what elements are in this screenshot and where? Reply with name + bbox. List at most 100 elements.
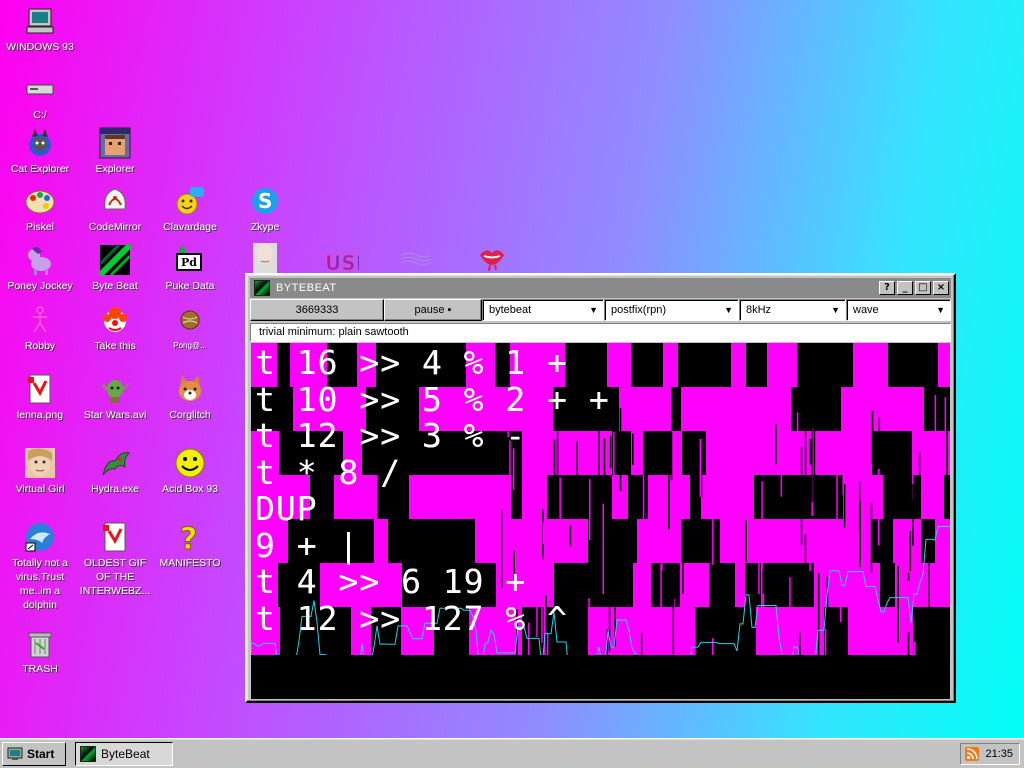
maximize-button[interactable]: □ (915, 281, 931, 295)
desktop-icon-label: Cat Explorer (10, 163, 70, 175)
desktop-icon-drive[interactable]: C:/ (2, 72, 78, 122)
waveform-block (619, 387, 652, 431)
chat-icon (173, 184, 207, 218)
waveform-streak (789, 577, 791, 659)
waveform-streak (761, 481, 763, 571)
start-button[interactable]: Start (2, 742, 66, 766)
desktop-icon-cat-explorer[interactable]: Cat Explorer (2, 126, 78, 176)
waveform-block (633, 607, 673, 655)
waveform-streak (668, 459, 670, 530)
desktop-icon-piskel[interactable]: Piskel (2, 184, 78, 234)
waveform-streak (780, 457, 783, 497)
waveform-streak (670, 431, 673, 481)
desktop-icon-zkype[interactable]: S Zkype (227, 184, 303, 234)
waveform-streak (745, 519, 747, 563)
time-counter-button[interactable]: 3669333 (250, 299, 384, 321)
waveform-streak (609, 436, 612, 469)
desktop-icon-byte-beat[interactable]: Byte Beat (77, 243, 153, 293)
desktop-icon-lenna[interactable]: lenna.png (2, 372, 78, 422)
desktop-icon-manifesto[interactable]: ? MANIFESTO (152, 520, 228, 570)
desktop-icon-virtual-girl[interactable]: Virtual Girl (2, 446, 78, 496)
waveform-block (735, 563, 745, 607)
desktop-icon-oldest-gif[interactable]: OLDEST GIF OF THE INTERWEBZ... (77, 520, 153, 598)
desktop-icon-explorer[interactable]: Explorer (77, 126, 153, 176)
taskbar-item-bytebeat[interactable]: ByteBeat (75, 742, 173, 766)
waveform-block (652, 387, 671, 431)
desktop-icon-label: Virtual Girl (15, 483, 65, 495)
chevron-down-icon: ▼ (936, 305, 945, 315)
waveform-block (748, 387, 777, 431)
waveform-block (731, 343, 746, 387)
desktop-icon-windows93[interactable]: WINDOWS 93 (2, 4, 78, 54)
waveform-streak (813, 398, 816, 490)
waveform-block (779, 343, 797, 387)
close-button[interactable]: × (933, 281, 949, 295)
desktop-icon-clavardage[interactable]: Clavardage (152, 184, 228, 234)
desktop-icon-puke-data[interactable]: Pd Puke Data (152, 243, 228, 293)
waveform-streak (859, 501, 861, 568)
desktop-icon-label: Byte Beat (92, 280, 138, 292)
clown-icon (98, 303, 132, 337)
desktop-icon-poney-jockey[interactable]: Poney Jockey (2, 243, 78, 293)
desktop-icon-mannequin[interactable] (227, 240, 303, 276)
desktop-icon-label: OLDEST GIF OF THE INTERWEBZ... (79, 557, 151, 597)
desktop-icon-corglitch[interactable]: Corglitch (152, 372, 228, 422)
sample-rate-select[interactable]: 8kHz ▼ (739, 299, 846, 321)
desktop-icon-pong[interactable]: Pong@... (152, 303, 228, 353)
waveform-block (734, 431, 761, 475)
desktop-icon-robby[interactable]: Robby (2, 303, 78, 353)
desktop-icon-dolphin[interactable]: Totally not a virus.Trust me..im a dolph… (2, 520, 78, 612)
waveform-display[interactable]: t 16 >> 4 % 1 + t 10 >> 5 % 2 + + t 12 >… (251, 343, 950, 699)
view-select[interactable]: wave ▼ (846, 299, 951, 321)
help-button[interactable]: ? (879, 281, 895, 295)
waveform-block (933, 563, 950, 607)
desktop-icon-label: CodeMirror (88, 221, 142, 233)
notation-select[interactable]: postfix(rpn) ▼ (604, 299, 739, 321)
waveform-block (706, 431, 734, 475)
waveform-streak (804, 417, 807, 497)
waveform-streak (758, 546, 760, 595)
gif-file-icon (98, 520, 132, 554)
desktop-icon-hydra[interactable]: Hydra.exe (77, 446, 153, 496)
waveform-streak (863, 592, 865, 632)
desktop-icon-take-this[interactable]: Take this (77, 303, 153, 353)
waveform-block (847, 431, 872, 475)
waveform-block (720, 519, 761, 563)
waveform-streak (909, 531, 912, 571)
svg-text:USB: USB (325, 251, 359, 274)
desktop-icon-acid-box[interactable]: Acid Box 93 (152, 446, 228, 496)
desktop-icon-lips[interactable] (454, 240, 530, 276)
desktop-icon-label: Totally not a virus.Trust me..im a dolph… (11, 557, 69, 611)
trash-icon (23, 626, 57, 660)
waveform-streak (809, 547, 811, 572)
desktop-icon-label: Star Wars.avi (83, 409, 147, 421)
rss-icon[interactable] (965, 747, 979, 761)
waveform-streak (870, 502, 873, 573)
zkype-icon: S (248, 184, 282, 218)
desktop-icon-star-wars[interactable]: Star Wars.avi (77, 372, 153, 422)
minimize-button[interactable]: _ (897, 281, 913, 295)
waveform-block (723, 387, 748, 431)
window-titlebar[interactable]: BYTEBEAT ? _ □ × (250, 278, 951, 298)
svg-text:S: S (258, 189, 272, 213)
waveform-block (651, 519, 681, 563)
waveform-streak (632, 433, 634, 465)
waveform-streak (860, 427, 862, 458)
pause-button[interactable]: pause ▪ (384, 299, 482, 321)
mode-select[interactable]: bytebeat ▼ (482, 299, 604, 321)
chevron-down-icon: ▼ (589, 305, 598, 315)
desktop-icon-codemirror[interactable]: CodeMirror (77, 184, 153, 234)
bytebeat-window[interactable]: BYTEBEAT ? _ □ × 3669333 pause ▪ bytebea… (245, 273, 956, 703)
desktop-icon-trash[interactable]: TRASH (2, 626, 78, 676)
taskbar-item-label: ByteBeat (101, 747, 150, 761)
waveform-streak (766, 393, 768, 433)
view-select-value: wave (853, 304, 879, 316)
waveform-streak (682, 523, 684, 594)
waveform-block (895, 563, 933, 607)
waveform-streak (800, 447, 803, 546)
yoda-icon (98, 372, 132, 406)
desktop-icon-label: Clavardage (163, 221, 217, 233)
code-editor[interactable]: t 16 >> 4 % 1 + t 10 >> 5 % 2 + + t 12 >… (255, 344, 610, 637)
waveform-block (807, 431, 847, 475)
waveform-streak (897, 566, 899, 643)
